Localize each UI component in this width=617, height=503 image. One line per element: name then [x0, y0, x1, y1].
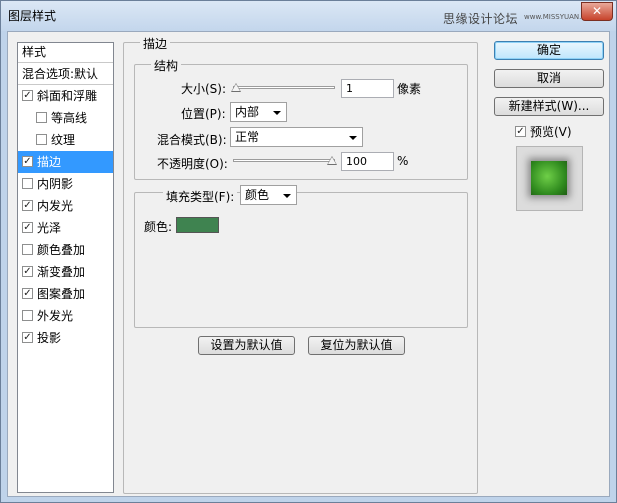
fill-type-select[interactable]: 颜色 [240, 185, 297, 205]
style-list-header[interactable]: 样式 [18, 43, 113, 63]
cancel-button[interactable]: 取消 [494, 69, 604, 88]
style-list-item[interactable]: ✓ 光泽 [18, 217, 113, 239]
preview-label: 预览(V) [530, 125, 572, 139]
position-select[interactable]: 内部 [230, 102, 287, 122]
checkbox-checked-icon[interactable]: ✓ [22, 332, 33, 343]
style-list-item[interactable]: ✓ 投影 [18, 327, 113, 349]
stroke-group-title: 描边 [140, 35, 171, 52]
blend-mode-select[interactable]: 正常 [230, 127, 363, 147]
style-list-item[interactable]: 内阴影 [18, 173, 113, 195]
dialog-body: 样式 混合选项:默认 ✓ 斜面和浮雕 等高线 纹理 ✓ 描边 内阴影 ✓ 内发光 ✓ 光泽 颜色叠加 ✓… [7, 31, 610, 497]
opacity-input[interactable]: 100 [341, 152, 394, 171]
structure-group: 结构 大小(S): 1 像素 位置(P): 内部 混合模式(B): 正常 不透明… [134, 57, 468, 180]
new-style-button[interactable]: 新建样式(W)... [494, 97, 604, 116]
style-list-item-label: 光泽 [37, 221, 62, 235]
style-items: ✓ 斜面和浮雕等高线纹理 ✓ 描边内阴影 ✓ 内发光 ✓ 光泽颜色叠加 ✓ 渐变叠加 ✓ 图案叠加外发… [18, 85, 113, 349]
chevron-down-icon [283, 194, 291, 198]
reset-default-button[interactable]: 复位为默认值 [308, 336, 405, 355]
size-label: 大小(S): [181, 82, 227, 96]
title-bar[interactable]: 图层样式 思缘设计论坛 www.MISSYUAN.COM ✕ [1, 1, 616, 31]
close-button[interactable]: ✕ [581, 2, 613, 21]
opacity-label: 不透明度(O): [157, 157, 228, 171]
style-list: 样式 混合选项:默认 ✓ 斜面和浮雕 等高线 纹理 ✓ 描边 内阴影 ✓ 内发光 ✓ 光泽 颜色叠加 ✓… [17, 42, 114, 493]
blend-mode-select-value: 正常 [235, 130, 260, 144]
checkbox-checked-icon[interactable]: ✓ [22, 200, 33, 211]
opacity-slider-thumb[interactable] [327, 156, 337, 165]
checkbox-checked-icon[interactable]: ✓ [22, 90, 33, 101]
style-list-item-label: 投影 [37, 331, 62, 345]
stroke-group: 描边 结构 大小(S): 1 像素 位置(P): 内部 混合模式(B): 正常 [123, 35, 478, 494]
style-list-item[interactable]: 等高线 [18, 107, 113, 129]
style-list-item-label: 内阴影 [37, 177, 74, 191]
fill-type-select-value: 颜色 [245, 188, 270, 202]
chevron-down-icon [273, 111, 281, 115]
style-list-item[interactable]: 外发光 [18, 305, 113, 327]
chevron-down-icon [349, 136, 357, 140]
style-list-item[interactable]: ✓ 斜面和浮雕 [18, 85, 113, 107]
dialog-title: 图层样式 [8, 9, 57, 23]
structure-group-title: 结构 [151, 57, 182, 74]
layer-style-dialog: 图层样式 思缘设计论坛 www.MISSYUAN.COM ✕ 样式 混合选项:默… [0, 0, 617, 503]
style-list-item-label: 图案叠加 [37, 287, 86, 301]
close-icon: ✕ [591, 4, 603, 18]
fill-type-label: 填充类型(F): [163, 188, 238, 205]
style-list-item[interactable]: ✓ 图案叠加 [18, 283, 113, 305]
style-list-item-label: 纹理 [51, 133, 76, 147]
checkbox-unchecked-icon[interactable] [22, 178, 33, 189]
opacity-slider-track[interactable] [233, 159, 335, 162]
style-list-item[interactable]: ✓ 内发光 [18, 195, 113, 217]
watermark-text: 思缘设计论坛 [443, 12, 519, 26]
preview-check-icon: ✓ [515, 126, 526, 137]
ok-button[interactable]: 确定 [494, 41, 604, 60]
checkbox-unchecked-icon[interactable] [22, 244, 33, 255]
style-list-item-label: 内发光 [37, 199, 74, 213]
position-select-value: 内部 [235, 105, 260, 119]
size-unit: 像素 [397, 82, 422, 96]
checkbox-checked-icon[interactable]: ✓ [22, 156, 33, 167]
style-preview [516, 146, 583, 211]
style-list-item[interactable]: 颜色叠加 [18, 239, 113, 261]
style-list-blend-options[interactable]: 混合选项:默认 [18, 63, 113, 85]
checkbox-unchecked-icon[interactable] [36, 134, 47, 145]
preview-checkbox[interactable]: ✓ 预览(V) [515, 123, 572, 140]
size-slider-thumb[interactable] [231, 83, 241, 92]
checkbox-unchecked-icon[interactable] [36, 112, 47, 123]
make-default-button[interactable]: 设置为默认值 [198, 336, 295, 355]
style-list-item-label: 外发光 [37, 309, 74, 323]
style-list-item[interactable]: ✓ 描边 [18, 151, 113, 173]
fill-group: 填充类型(F): 颜色 颜色: [134, 185, 468, 328]
style-list-item-label: 等高线 [51, 111, 88, 125]
checkbox-checked-icon[interactable]: ✓ [22, 266, 33, 277]
size-slider-track[interactable] [233, 86, 335, 89]
position-label: 位置(P): [181, 107, 226, 121]
style-list-item[interactable]: 纹理 [18, 129, 113, 151]
style-list-item-label: 渐变叠加 [37, 265, 86, 279]
size-input[interactable]: 1 [341, 79, 394, 98]
checkbox-checked-icon[interactable]: ✓ [22, 288, 33, 299]
style-list-item-label: 描边 [37, 155, 62, 169]
color-label: 颜色: [144, 220, 173, 234]
style-list-item-label: 斜面和浮雕 [37, 89, 98, 103]
style-list-item[interactable]: ✓ 渐变叠加 [18, 261, 113, 283]
checkbox-checked-icon[interactable]: ✓ [22, 222, 33, 233]
preview-thumbnail [531, 161, 567, 195]
checkbox-unchecked-icon[interactable] [22, 310, 33, 321]
style-list-item-label: 颜色叠加 [37, 243, 86, 257]
opacity-unit: % [397, 154, 409, 168]
blend-mode-label: 混合模式(B): [157, 133, 227, 147]
stroke-color-swatch[interactable] [176, 217, 219, 233]
